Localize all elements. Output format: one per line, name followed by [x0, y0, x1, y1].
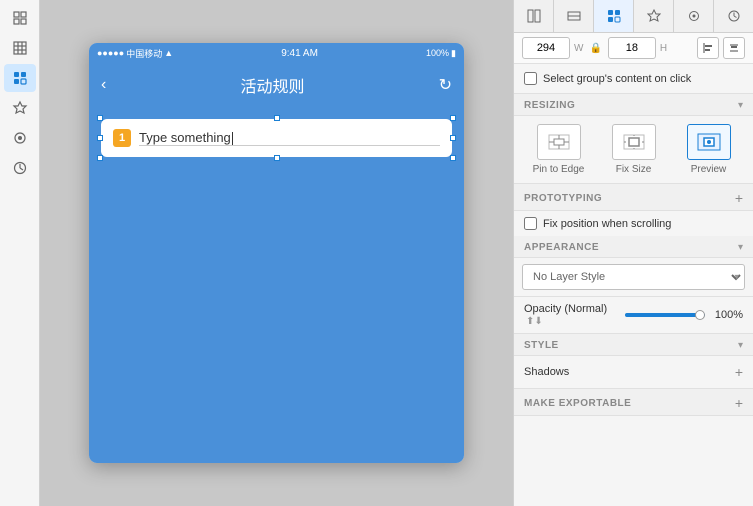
- handle-bl: [97, 155, 103, 161]
- toolbar-symbols[interactable]: [4, 94, 36, 122]
- shadows-row: Shadows +: [514, 356, 753, 389]
- pin-to-edge-icon[interactable]: [537, 124, 581, 160]
- panel-clock-icon[interactable]: [714, 0, 753, 32]
- appearance-toggle[interactable]: ▾: [738, 242, 743, 253]
- appearance-title: APPEARANCE: [524, 242, 599, 253]
- opacity-slider-container[interactable]: [625, 313, 705, 317]
- fix-position-label: Fix position when scrolling: [543, 218, 671, 230]
- layer-style-row: No Layer Style ▾: [514, 258, 753, 297]
- nav-back-button[interactable]: ‹: [101, 76, 106, 94]
- slider-thumb: [695, 310, 705, 320]
- canvas-area[interactable]: ●●●●● 中国移动 ▲ 9:41 AM 100% ▮ ‹ 活动规则 ↻: [40, 0, 513, 506]
- preview-option: Preview: [674, 124, 743, 175]
- preview-label: Preview: [691, 164, 727, 175]
- handle-tl: [97, 115, 103, 121]
- opacity-stepper[interactable]: ⬆⬇: [526, 316, 543, 327]
- toolbar-history[interactable]: [4, 154, 36, 182]
- group-checkbox-label: Select group's content on click: [543, 73, 691, 85]
- prototyping-row: Fix position when scrolling: [514, 211, 753, 236]
- handle-mr: [450, 135, 456, 141]
- fix-size-label: Fix Size: [616, 164, 652, 175]
- shadows-add-btn[interactable]: +: [735, 364, 743, 380]
- exportable-add-btn[interactable]: +: [735, 395, 743, 411]
- preview-icon[interactable]: [687, 124, 731, 160]
- right-panel: W 🔒 H Select group's content on click: [513, 0, 753, 506]
- right-icon-bar: [514, 0, 753, 33]
- toolbar-frame[interactable]: [4, 34, 36, 62]
- align-left-btn[interactable]: [697, 37, 719, 59]
- group-checkbox[interactable]: [524, 72, 537, 85]
- status-bar: ●●●●● 中国移动 ▲ 9:41 AM 100% ▮: [89, 43, 464, 63]
- opacity-row: Opacity (Normal) ⬆⬇ 100%: [514, 297, 753, 334]
- style-section-header: STYLE ▾: [514, 334, 753, 356]
- handle-tc: [274, 115, 280, 121]
- nav-title: 活动规则: [240, 73, 304, 97]
- handle-bc: [274, 155, 280, 161]
- card-text[interactable]: Type something: [139, 130, 440, 146]
- panel-align-icon[interactable]: [514, 0, 554, 32]
- h-label: H: [660, 43, 667, 54]
- style-toggle[interactable]: ▾: [738, 340, 743, 351]
- signal-dots: ●●●●●: [97, 48, 124, 58]
- handle-ml: [97, 135, 103, 141]
- align-right-btn[interactable]: [723, 37, 745, 59]
- carrier-name: 中国移动: [126, 47, 162, 60]
- handle-tr: [450, 115, 456, 121]
- battery-percent: 100%: [426, 48, 449, 58]
- lock-icon: 🔒: [589, 43, 601, 54]
- text-cursor: [232, 132, 233, 145]
- panel-components-icon[interactable]: [594, 0, 634, 32]
- opacity-value: 100%: [711, 309, 743, 321]
- resizing-grid: Pin to Edge Fix Size: [514, 116, 753, 184]
- resizing-title: RESIZING: [524, 100, 575, 111]
- nav-action-button[interactable]: ↻: [439, 75, 452, 95]
- prototyping-section-header: PROTOTYPING +: [514, 184, 753, 211]
- x-input[interactable]: [522, 37, 570, 59]
- panel-color-icon[interactable]: [674, 0, 714, 32]
- panel-symbols-icon[interactable]: [634, 0, 674, 32]
- fix-position-checkbox[interactable]: [524, 217, 537, 230]
- content-card[interactable]: 1 Type something: [101, 119, 452, 157]
- fix-size-option: Fix Size: [599, 124, 668, 175]
- handle-br: [450, 155, 456, 161]
- toolbar-color[interactable]: [4, 124, 36, 152]
- nav-bar: ‹ 活动规则 ↻: [89, 63, 464, 107]
- appearance-section-header: APPEARANCE ▾: [514, 236, 753, 258]
- exportable-title: MAKE EXPORTABLE: [524, 398, 631, 409]
- opacity-label: Opacity (Normal) ⬆⬇: [524, 303, 619, 327]
- w-label: W: [574, 43, 583, 54]
- opacity-slider[interactable]: [625, 313, 705, 317]
- layer-style-wrapper: No Layer Style ▾: [522, 264, 745, 290]
- pin-to-edge-label: Pin to Edge: [533, 164, 585, 175]
- iphone-content: 1 Type something: [89, 107, 464, 463]
- left-toolbar: [0, 0, 40, 506]
- status-left: ●●●●● 中国移动 ▲: [97, 47, 173, 60]
- battery-icon: ▮: [451, 48, 456, 59]
- shadows-label: Shadows: [524, 366, 569, 378]
- resizing-toggle[interactable]: ▾: [738, 100, 743, 111]
- toolbar-insert[interactable]: [4, 4, 36, 32]
- prototyping-title: PROTOTYPING: [524, 193, 602, 204]
- pin-to-edge-option: Pin to Edge: [524, 124, 593, 175]
- status-time: 9:41 AM: [281, 48, 318, 59]
- exportable-section-header: MAKE EXPORTABLE +: [514, 389, 753, 416]
- panel-distribute-icon[interactable]: [554, 0, 594, 32]
- dimension-row: W 🔒 H: [514, 33, 753, 64]
- wifi-icon: ▲: [164, 48, 173, 58]
- iphone-frame: ●●●●● 中国移动 ▲ 9:41 AM 100% ▮ ‹ 活动规则 ↻: [89, 43, 464, 463]
- fix-size-icon[interactable]: [612, 124, 656, 160]
- style-title: STYLE: [524, 340, 559, 351]
- toolbar-components[interactable]: [4, 64, 36, 92]
- status-right: 100% ▮: [426, 48, 456, 59]
- resizing-section-header: RESIZING ▾: [514, 94, 753, 116]
- layer-style-select[interactable]: No Layer Style: [522, 264, 745, 290]
- card-row: 1 Type something: [113, 129, 440, 147]
- number-badge: 1: [113, 129, 131, 147]
- y-input[interactable]: [608, 37, 656, 59]
- group-checkbox-row: Select group's content on click: [514, 64, 753, 94]
- prototyping-add-btn[interactable]: +: [735, 190, 743, 206]
